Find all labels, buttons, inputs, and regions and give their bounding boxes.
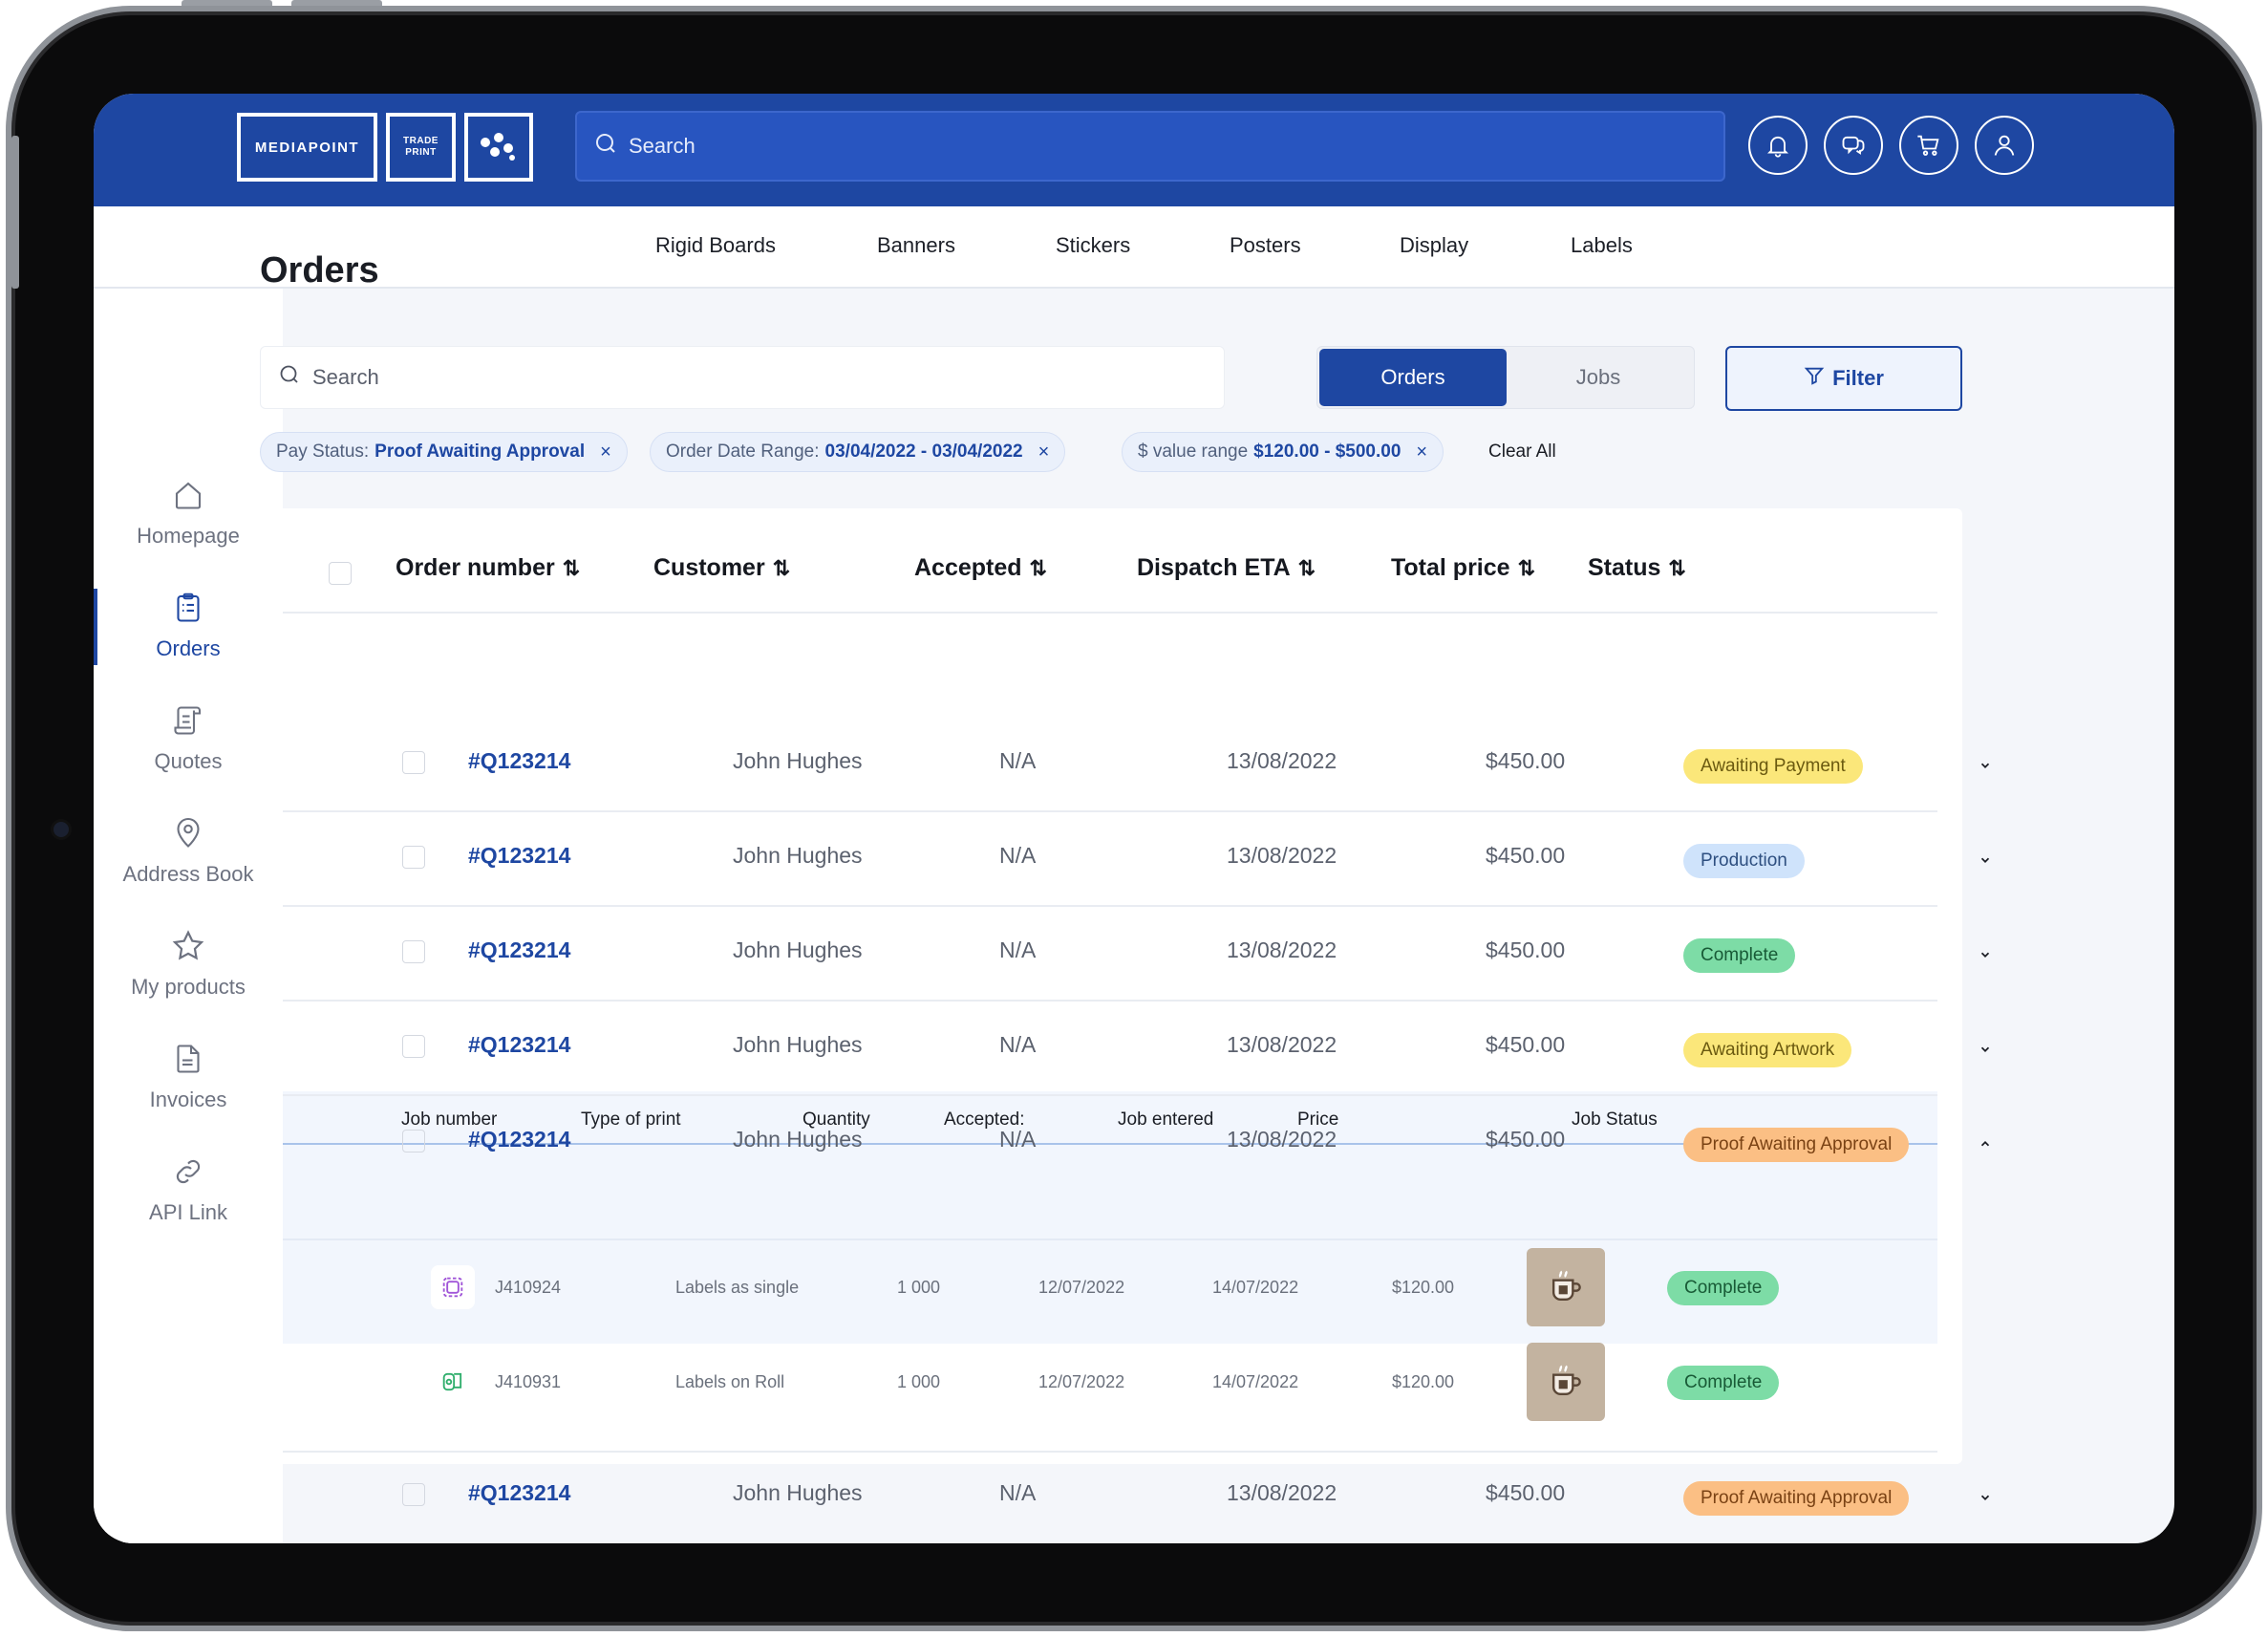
dispatch-eta-cell: 13/08/2022 bbox=[1227, 748, 1337, 773]
col-status[interactable]: Status ⇅ bbox=[1588, 554, 1686, 582]
accepted-cell: N/A bbox=[999, 937, 1037, 962]
row-checkbox[interactable] bbox=[402, 1483, 425, 1506]
dispatch-eta-cell: 13/08/2022 bbox=[1227, 1480, 1337, 1505]
total-price-cell: $450.00 bbox=[1486, 1480, 1566, 1505]
status-badge: Proof Awaiting Approval bbox=[1683, 1128, 1910, 1162]
total-price-cell: $450.00 bbox=[1486, 1127, 1566, 1152]
device-camera bbox=[53, 822, 69, 837]
total-price-cell: $450.00 bbox=[1486, 843, 1566, 868]
dispatch-eta-cell: 13/08/2022 bbox=[1227, 1032, 1337, 1057]
status-badge: Production bbox=[1683, 844, 1805, 878]
job-status-badge: Complete bbox=[1667, 1271, 1780, 1305]
customer-cell: John Hughes bbox=[733, 843, 863, 868]
type-of-print-cell: Labels on Roll bbox=[675, 1372, 785, 1391]
total-price-cell: $450.00 bbox=[1486, 937, 1566, 962]
sort-icon: ⇅ bbox=[772, 556, 791, 580]
quantity-cell: 1 000 bbox=[897, 1278, 941, 1297]
dispatch-eta-cell: 13/08/2022 bbox=[1227, 1127, 1337, 1152]
customer-cell: John Hughes bbox=[733, 1032, 863, 1057]
coffee-cup-thumbnail[interactable] bbox=[1527, 1248, 1605, 1326]
order-number-link[interactable]: #Q123214 bbox=[468, 843, 570, 869]
chevron-down-icon[interactable] bbox=[1977, 757, 1994, 774]
chevron-down-icon[interactable] bbox=[1977, 1489, 1994, 1506]
job-accepted-cell: 12/07/2022 bbox=[1038, 1278, 1125, 1297]
accepted-cell: N/A bbox=[999, 1032, 1037, 1057]
dispatch-eta-cell: 13/08/2022 bbox=[1227, 843, 1337, 868]
col-dispatch-eta[interactable]: Dispatch ETA ⇅ bbox=[1137, 554, 1316, 582]
order-number-link[interactable]: #Q123214 bbox=[468, 1032, 570, 1058]
total-price-cell: $450.00 bbox=[1486, 1032, 1566, 1057]
accepted-cell: N/A bbox=[999, 1127, 1037, 1152]
job-entered-cell: 14/07/2022 bbox=[1212, 1372, 1299, 1391]
customer-cell: John Hughes bbox=[733, 1127, 863, 1152]
accepted-cell: N/A bbox=[999, 748, 1037, 773]
sort-icon: ⇅ bbox=[1668, 556, 1686, 580]
header-divider bbox=[283, 612, 1937, 614]
status-badge: Proof Awaiting Approval bbox=[1683, 1481, 1910, 1516]
chevron-down-icon[interactable] bbox=[1977, 1041, 1994, 1058]
accepted-cell: N/A bbox=[999, 843, 1037, 868]
app-screen: MEDIAPOINT TRADE PRINT Search Rigid Board… bbox=[94, 94, 2174, 1543]
customer-cell: John Hughes bbox=[733, 1480, 863, 1505]
status-badge: Complete bbox=[1683, 938, 1796, 973]
label-roll-icon bbox=[431, 1360, 475, 1404]
chevron-down-icon[interactable] bbox=[1977, 946, 1994, 963]
order-number-link[interactable]: #Q123214 bbox=[468, 937, 570, 963]
type-of-print-cell: Labels as single bbox=[675, 1278, 800, 1297]
sort-icon: ⇅ bbox=[1297, 556, 1316, 580]
row-divider bbox=[283, 1451, 1937, 1453]
dispatch-eta-cell: 13/08/2022 bbox=[1227, 937, 1337, 962]
row-checkbox[interactable] bbox=[402, 940, 425, 963]
job-number-cell: J410931 bbox=[495, 1372, 562, 1391]
sort-icon: ⇅ bbox=[1029, 556, 1047, 580]
customer-cell: John Hughes bbox=[733, 748, 863, 773]
chevron-up-icon[interactable] bbox=[1977, 1135, 1994, 1152]
col-accepted[interactable]: Accepted ⇅ bbox=[914, 554, 1047, 582]
label-single-icon bbox=[431, 1265, 475, 1309]
row-checkbox[interactable] bbox=[402, 1130, 425, 1152]
sort-icon: ⇅ bbox=[1517, 556, 1535, 580]
accepted-cell: N/A bbox=[999, 1480, 1037, 1505]
job-price-cell: $120.00 bbox=[1392, 1278, 1455, 1297]
row-checkbox[interactable] bbox=[402, 846, 425, 869]
job-accepted-cell: 12/07/2022 bbox=[1038, 1372, 1125, 1391]
job-number-cell: J410924 bbox=[495, 1278, 562, 1297]
row-checkbox[interactable] bbox=[402, 1035, 425, 1058]
status-badge: Awaiting Artwork bbox=[1683, 1033, 1852, 1067]
quantity-cell: 1 000 bbox=[897, 1372, 941, 1391]
job-status-badge: Complete bbox=[1667, 1366, 1780, 1400]
job-price-cell: $120.00 bbox=[1392, 1372, 1455, 1391]
select-all-checkbox[interactable] bbox=[329, 562, 352, 585]
device-side-button bbox=[11, 136, 19, 289]
chevron-down-icon[interactable] bbox=[1977, 851, 1994, 869]
col-customer[interactable]: Customer ⇅ bbox=[653, 554, 790, 582]
order-number-link[interactable]: #Q123214 bbox=[468, 1480, 570, 1506]
total-price-cell: $450.00 bbox=[1486, 748, 1566, 773]
coffee-cup-thumbnail[interactable] bbox=[1527, 1343, 1605, 1421]
status-badge: Awaiting Payment bbox=[1683, 749, 1863, 784]
customer-cell: John Hughes bbox=[733, 937, 863, 962]
order-number-link[interactable]: #Q123214 bbox=[468, 1127, 570, 1152]
col-total-price[interactable]: Total price ⇅ bbox=[1391, 554, 1535, 582]
row-checkbox[interactable] bbox=[402, 751, 425, 774]
col-order-number[interactable]: Order number ⇅ bbox=[396, 554, 580, 582]
job-entered-cell: 14/07/2022 bbox=[1212, 1278, 1299, 1297]
sort-icon: ⇅ bbox=[562, 556, 581, 580]
order-number-link[interactable]: #Q123214 bbox=[468, 748, 570, 774]
